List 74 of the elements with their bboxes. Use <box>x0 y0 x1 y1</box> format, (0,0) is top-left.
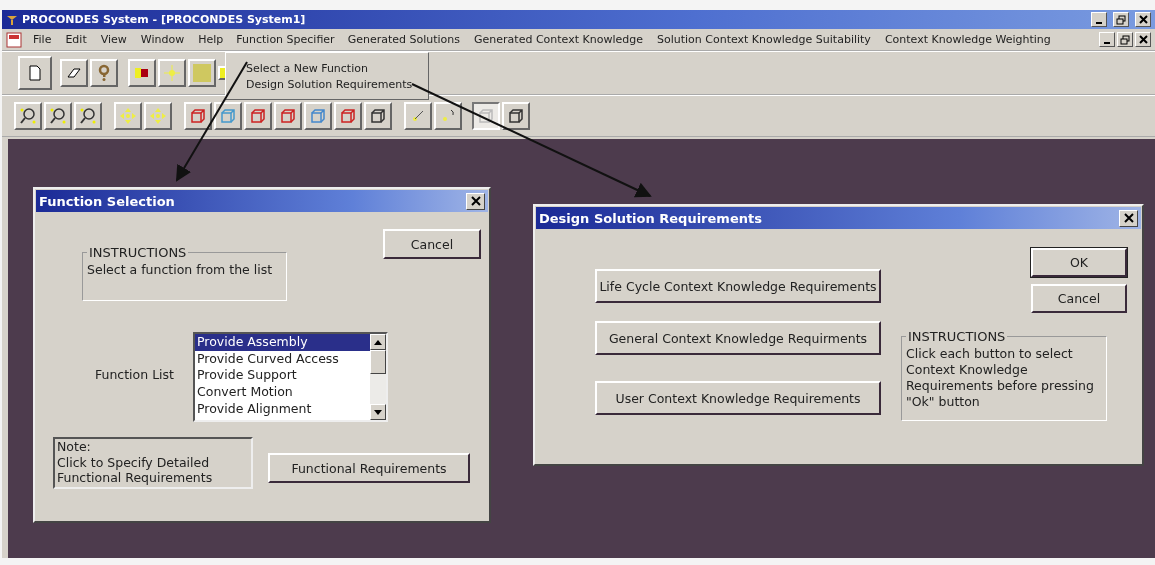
list-item[interactable]: Provide Curved Access <box>195 350 370 368</box>
list-item[interactable]: Provide Support <box>195 367 370 385</box>
menu-item[interactable]: Solution Context Knowledge Suitability <box>649 30 878 49</box>
restore-icon <box>1116 14 1126 25</box>
dialog-title: Function Selection <box>39 193 175 209</box>
list-item[interactable]: Provide Alignment <box>195 400 370 418</box>
close-button[interactable] <box>466 192 485 210</box>
restore-icon <box>1120 34 1130 45</box>
move-icon <box>119 107 137 125</box>
instructions-text: Select a function from the list <box>87 262 274 278</box>
cancel-button[interactable]: Cancel <box>383 229 481 259</box>
menu-option[interactable]: Design Solution Requirements <box>246 77 428 91</box>
close-icon <box>1138 35 1148 44</box>
close-icon <box>470 196 481 206</box>
menu-option[interactable]: Select a New Function <box>246 61 428 75</box>
minimize-icon <box>1104 41 1110 44</box>
note-text: Functional Requirements <box>57 470 214 486</box>
menu-item[interactable]: Context Knowledge Weighting <box>877 30 1058 49</box>
cube-icon <box>219 107 237 125</box>
cube-icon <box>249 107 267 125</box>
sun-icon <box>163 64 181 82</box>
menu-item[interactable]: Function Specifier <box>230 31 341 48</box>
restore-button[interactable] <box>1117 32 1133 47</box>
toolbar-button[interactable] <box>472 102 500 130</box>
restore-button[interactable] <box>1113 12 1129 27</box>
cube-icon <box>507 107 525 125</box>
note-text: Click to Specify Detailed <box>57 454 211 470</box>
cube-icon <box>189 107 207 125</box>
menu-item[interactable]: View <box>93 30 134 49</box>
menu-item[interactable]: Window <box>133 30 192 49</box>
menu-item[interactable]: Generated Context Knowledge <box>467 30 650 49</box>
list-item[interactable]: Provide Assembly <box>195 334 370 351</box>
instructions-text: Click each button to select Context Knowledge Requirements before pressing "Ok" button <box>906 346 1095 410</box>
cube-icon <box>369 107 387 125</box>
cancel-button[interactable]: Cancel <box>1031 284 1127 313</box>
up-arrow-icon <box>374 339 382 345</box>
note-text: Note: <box>57 439 92 455</box>
cube-icon <box>279 107 297 125</box>
magnifier-icon <box>19 107 37 125</box>
minimize-button[interactable] <box>1099 32 1115 47</box>
list-item[interactable]: Convert Motion <box>195 384 370 401</box>
group-legend: INSTRUCTIONS <box>87 245 189 260</box>
ok-button[interactable]: OK <box>1031 248 1127 277</box>
move-icon <box>149 107 167 125</box>
magnifier-icon <box>49 107 67 125</box>
page-icon <box>26 64 44 82</box>
group-legend: INSTRUCTIONS <box>906 329 1008 344</box>
minimize-button[interactable] <box>1091 12 1107 27</box>
magnifier-icon <box>79 107 97 125</box>
scroll-thumb[interactable] <box>370 350 386 374</box>
function-list[interactable]: Provide Assembly Provide Curved Access Provide Support Convert Motion Provide Alignment <box>193 332 388 422</box>
close-button[interactable] <box>1135 12 1151 27</box>
requirements-button[interactable]: General Context Knowledge Requirments <box>595 321 881 355</box>
functional-requirements-button[interactable]: Functional Requirements <box>268 453 470 483</box>
minimize-icon <box>1096 21 1102 24</box>
window-title: PROCONDES System - [PROCONDES System1] <box>22 13 306 26</box>
requirements-button[interactable]: User Context Knowledge Requirements <box>595 381 881 415</box>
requirements-button[interactable]: Life Cycle Context Knowledge Requirements <box>595 269 881 303</box>
cube-icon <box>339 107 357 125</box>
app-icon <box>6 13 18 26</box>
down-arrow-icon <box>374 409 382 415</box>
close-icon <box>1123 213 1134 223</box>
menu-item[interactable]: File <box>26 30 59 49</box>
menu-item[interactable]: Edit <box>58 30 94 49</box>
list-label: Function List <box>95 367 174 382</box>
close-button[interactable] <box>1135 32 1151 47</box>
dialog-title: Design Solution Requirements <box>539 210 762 226</box>
close-button[interactable] <box>1119 209 1138 227</box>
cube-icon <box>309 107 327 125</box>
menu-item[interactable]: Generated Solutions <box>340 30 468 49</box>
cube-icon <box>477 107 495 125</box>
document-icon[interactable] <box>6 31 22 48</box>
close-icon <box>1138 15 1148 24</box>
menu-item[interactable]: Help <box>191 30 231 49</box>
